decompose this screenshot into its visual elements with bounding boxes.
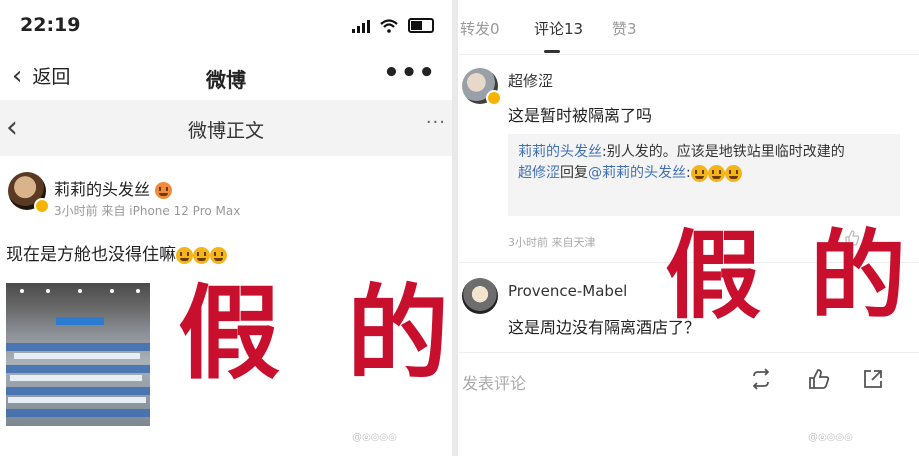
reply-author-link[interactable]: 莉莉的头发丝 bbox=[518, 144, 602, 160]
comment-tabs: 转发0 评论13 赞3 bbox=[458, 12, 919, 53]
overlay-text: 的 bbox=[810, 220, 906, 332]
verified-badge-icon bbox=[34, 198, 50, 214]
active-tab-indicator bbox=[544, 50, 560, 53]
wifi-icon bbox=[380, 19, 398, 33]
status-bar: 22:19 bbox=[0, 0, 452, 50]
comment-text: 这是暂时被隔离了吗 bbox=[508, 106, 653, 125]
overlay-text: 假 bbox=[665, 220, 761, 332]
post-meta: 3小时前 来自 iPhone 12 Pro Max bbox=[54, 204, 241, 218]
post-header-title: 微博正文 bbox=[187, 120, 264, 142]
status-time: 22:19 bbox=[20, 14, 81, 36]
like-icon[interactable] bbox=[808, 368, 830, 390]
repost-icon[interactable] bbox=[750, 368, 772, 390]
comment-author[interactable]: 超修涩 bbox=[508, 70, 553, 91]
comment-meta: 3小时前 来自天津 bbox=[508, 236, 596, 249]
share-icon[interactable] bbox=[862, 368, 884, 390]
signal-icon bbox=[352, 20, 370, 33]
comment-input[interactable]: 发表评论 bbox=[462, 370, 526, 394]
reply-item: 莉莉的头发丝:别人发的。应该是地铁站里临时改建的 bbox=[518, 144, 845, 160]
post-header-bar: ‹ 微博正文 ··· bbox=[0, 100, 452, 156]
emoji-icon bbox=[690, 164, 708, 182]
top-nav: ‹ 返回 微博 ••• bbox=[0, 52, 452, 98]
post-author[interactable]: 莉莉的头发丝 bbox=[54, 176, 173, 200]
more-icon[interactable]: ··· bbox=[426, 112, 446, 133]
watermark: @◎◎◎◎ bbox=[352, 432, 397, 443]
reply-thread[interactable]: 莉莉的头发丝:别人发的。应该是地铁站里临时改建的 超修涩回复@莉莉的头发丝: bbox=[508, 134, 900, 216]
bottom-action-bar: 发表评论 bbox=[458, 352, 919, 408]
emoji-icon bbox=[210, 246, 227, 264]
overlay-text: 的 bbox=[347, 275, 449, 394]
overlay-text: 假 bbox=[178, 275, 280, 394]
post-photo[interactable] bbox=[6, 283, 150, 426]
battery-icon bbox=[408, 18, 434, 33]
reply-item: 超修涩回复@莉莉的头发丝: bbox=[518, 163, 890, 184]
emoji-icon bbox=[193, 246, 210, 264]
emoji-icon bbox=[176, 246, 193, 264]
tab-repost[interactable]: 转发0 bbox=[460, 18, 500, 39]
verified-badge-icon bbox=[486, 90, 502, 106]
emoji-icon bbox=[724, 164, 742, 182]
tab-likes[interactable]: 赞3 bbox=[612, 18, 637, 39]
tab-comments[interactable]: 评论13 bbox=[534, 18, 583, 39]
reply-author-link[interactable]: 超修涩 bbox=[518, 165, 560, 181]
post-content: 现在是方舱也没得住嘛 bbox=[6, 240, 227, 265]
avatar[interactable] bbox=[462, 278, 498, 314]
watermark: @◎◎◎◎ bbox=[808, 432, 853, 443]
more-icon[interactable]: ••• bbox=[383, 58, 436, 88]
emoji-icon bbox=[707, 164, 725, 182]
comment-author[interactable]: Provence-Mabel bbox=[508, 282, 627, 300]
emoji-icon bbox=[155, 182, 173, 199]
mention-link[interactable]: @莉莉的头发丝 bbox=[588, 165, 686, 181]
